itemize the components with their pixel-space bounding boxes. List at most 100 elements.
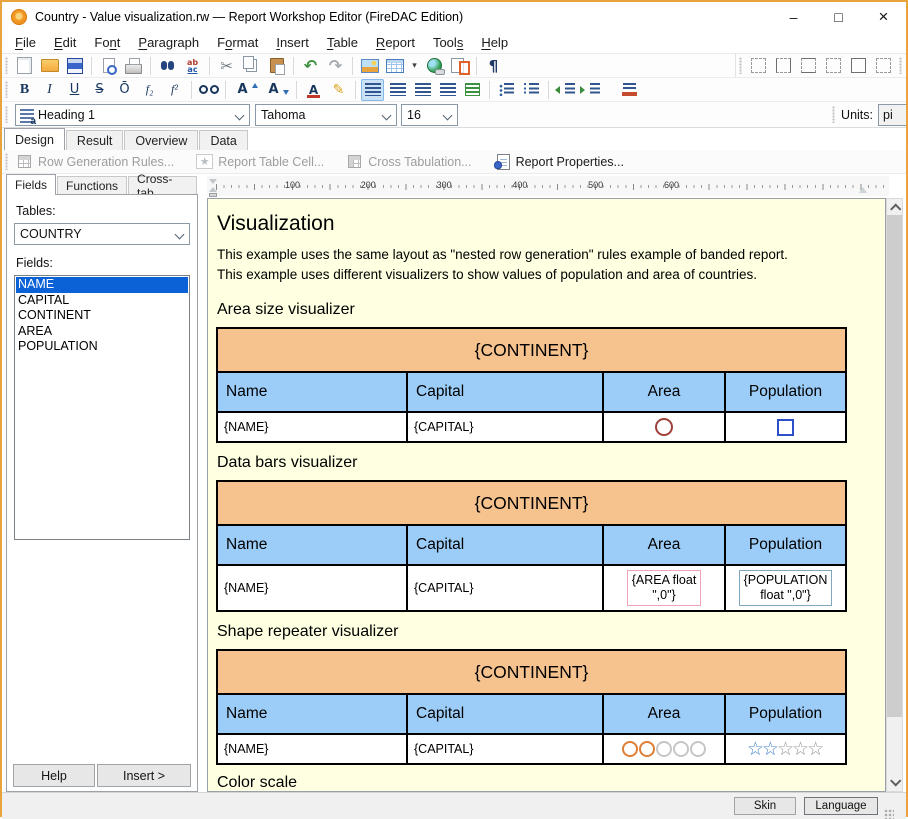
numbered-list-icon[interactable] [520, 79, 543, 101]
toolbar-grip[interactable] [5, 106, 8, 123]
sidetab-crosstab[interactable]: Cross-tab [128, 176, 197, 195]
superscript-icon[interactable]: f² [163, 79, 186, 101]
print-preview-icon[interactable] [97, 55, 120, 77]
paragraph-style-combo[interactable]: Heading 1 [15, 104, 250, 126]
help-button[interactable]: Help [13, 764, 95, 787]
left-margin-marker[interactable] [209, 193, 217, 197]
right-indent-marker[interactable] [859, 187, 867, 193]
report-table-cell-button[interactable]: Report Table Cell... [192, 151, 328, 173]
increase-indent-icon[interactable] [579, 79, 602, 101]
align-left-icon[interactable] [361, 79, 384, 101]
align-center-icon[interactable] [386, 79, 409, 101]
table-border-option-3-icon[interactable] [801, 58, 816, 73]
menu-help[interactable]: Help [472, 33, 517, 52]
report-properties-button[interactable]: Report Properties... [490, 151, 628, 173]
cut-icon[interactable]: ✂ [215, 55, 238, 77]
font-size-combo[interactable]: 16 [401, 104, 458, 126]
close-button[interactable]: × [861, 2, 906, 31]
save-icon[interactable] [63, 55, 86, 77]
sidetab-fields[interactable]: Fields [6, 174, 56, 195]
toolbar-grip[interactable] [832, 106, 835, 123]
insert-image-icon[interactable] [358, 55, 381, 77]
insert-button[interactable]: Insert > [97, 764, 191, 787]
menu-insert[interactable]: Insert [267, 33, 318, 52]
menu-format[interactable]: Format [208, 33, 267, 52]
field-name[interactable]: NAME [16, 277, 188, 293]
cross-tabulation-button[interactable]: Cross Tabulation... [342, 151, 475, 173]
paragraph-shading-icon[interactable] [618, 79, 641, 101]
title-bar[interactable]: Country - Value visualization.rw — Repor… [2, 2, 906, 32]
scroll-down-button[interactable] [887, 775, 902, 791]
vertical-scrollbar[interactable] [886, 198, 903, 792]
scrollbar-thumb[interactable] [887, 215, 902, 717]
hidden-symbols-icon[interactable] [197, 79, 220, 101]
new-document-icon[interactable] [13, 55, 36, 77]
align-right-icon[interactable] [411, 79, 434, 101]
print-icon[interactable] [122, 55, 145, 77]
left-indent-marker[interactable] [209, 187, 217, 192]
ruler[interactable]: 100200300400500600 [207, 174, 903, 198]
font-color-icon[interactable]: A [302, 79, 325, 101]
table-border-option-2-icon[interactable] [776, 58, 791, 73]
toolbar-grip[interactable] [5, 153, 8, 170]
redo-icon[interactable]: ↷ [324, 55, 347, 77]
font-family-combo[interactable]: Tahoma [255, 104, 397, 126]
skin-button[interactable]: Skin [734, 797, 796, 815]
formatting-marks-icon[interactable]: ¶ [482, 55, 505, 77]
replace-icon[interactable] [181, 55, 204, 77]
toolbar-grip[interactable] [899, 57, 902, 74]
menu-file[interactable]: File [6, 33, 45, 52]
tab-result[interactable]: Result [66, 130, 123, 150]
bold-icon[interactable]: B [13, 79, 36, 101]
tables-combo[interactable]: COUNTRY [14, 223, 190, 245]
highlight-icon[interactable]: ✎ [327, 79, 350, 101]
italic-icon[interactable]: I [38, 79, 61, 101]
underline-icon[interactable]: U [63, 79, 86, 101]
menu-table[interactable]: Table [318, 33, 367, 52]
strikethrough-icon[interactable]: S [88, 79, 111, 101]
field-population[interactable]: POPULATION [16, 339, 188, 355]
insert-frame-icon[interactable] [448, 55, 471, 77]
undo-icon[interactable]: ↶ [299, 55, 322, 77]
minimize-button[interactable]: – [771, 2, 816, 31]
row-generation-rules-button[interactable]: Row Generation Rules... [12, 151, 178, 173]
tab-data[interactable]: Data [199, 130, 247, 150]
table-border-option-4-icon[interactable] [826, 58, 841, 73]
toolbar-grip[interactable] [5, 57, 8, 74]
tab-overview[interactable]: Overview [124, 130, 198, 150]
scroll-up-button[interactable] [887, 199, 902, 215]
maximize-button[interactable]: □ [816, 2, 861, 31]
toolbar-grip[interactable] [5, 81, 8, 98]
hyperlink-icon[interactable] [423, 55, 446, 77]
fields-list[interactable]: NAMECAPITALCONTINENTAREAPOPULATION [14, 275, 190, 540]
language-button[interactable]: Language [804, 797, 878, 815]
table-border-option-5-icon[interactable] [851, 58, 866, 73]
bullet-list-icon[interactable] [495, 79, 518, 101]
units-combo[interactable]: pi [878, 104, 906, 126]
insert-table-icon[interactable] [383, 55, 406, 77]
open-icon[interactable] [38, 55, 61, 77]
table-border-option-6-icon[interactable] [876, 58, 891, 73]
menu-edit[interactable]: Edit [45, 33, 85, 52]
toolbar-grip[interactable] [739, 57, 742, 74]
menu-paragraph[interactable]: Paragraph [129, 33, 208, 52]
first-line-indent-marker[interactable] [209, 179, 217, 184]
table-border-option-1-icon[interactable] [751, 58, 766, 73]
tab-design[interactable]: Design [4, 128, 65, 150]
fit-width-icon[interactable] [461, 79, 484, 101]
copy-icon[interactable] [240, 55, 263, 77]
document-canvas[interactable]: Visualization This example uses the same… [207, 198, 886, 792]
paste-icon[interactable] [265, 55, 288, 77]
find-icon[interactable] [156, 55, 179, 77]
sidetab-functions[interactable]: Functions [57, 176, 127, 195]
menu-tools[interactable]: Tools [424, 33, 472, 52]
overline-icon[interactable]: Ō [113, 79, 136, 101]
decrease-indent-icon[interactable] [554, 79, 577, 101]
grow-font-icon[interactable]: A [231, 79, 260, 101]
menu-font[interactable]: Font [85, 33, 129, 52]
table-menu-arrow-icon[interactable]: ▾ [408, 55, 421, 77]
field-capital[interactable]: CAPITAL [16, 293, 188, 309]
align-justify-icon[interactable] [436, 79, 459, 101]
subscript-icon[interactable]: f₂ [138, 79, 161, 101]
field-continent[interactable]: CONTINENT [16, 308, 188, 324]
